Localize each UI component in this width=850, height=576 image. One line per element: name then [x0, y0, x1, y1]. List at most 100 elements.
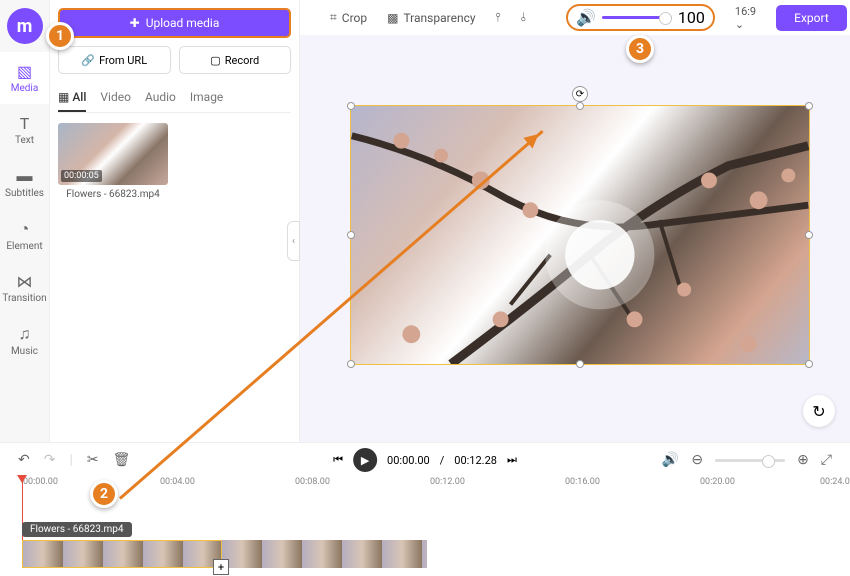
upload-label: Upload media	[146, 16, 220, 30]
music-icon: ♫	[19, 324, 31, 344]
aspect-value: 16:9	[735, 5, 756, 18]
chevron-down-icon: ⌄	[735, 18, 744, 31]
zoom-in-button[interactable]: ⊕	[797, 452, 809, 468]
tab-image[interactable]: Image	[190, 84, 223, 112]
ruler-mark: 00:20.00	[700, 477, 735, 487]
thumbnail-duration: 00:00:05	[61, 170, 102, 182]
rail-transition[interactable]: ⋈ Transition	[0, 262, 49, 314]
callout-1: 1	[46, 22, 74, 50]
timeline-track[interactable]: +	[22, 540, 427, 568]
ruler-mark: 00:12.00	[430, 477, 465, 487]
thumbnail-image: 00:00:05	[58, 123, 168, 185]
volume-value: 100	[678, 8, 705, 27]
redo-button[interactable]: ↷	[44, 452, 56, 468]
callout-2: 2	[90, 480, 118, 508]
rail-subtitles[interactable]: ▬ Subtitles	[0, 156, 49, 209]
resize-handle-br[interactable]	[805, 360, 813, 368]
volume-icon: 🔊	[576, 8, 596, 27]
ruler-mark: 00:08.00	[295, 477, 330, 487]
left-rail: m ▧ Media T Text ▬ Subtitles ◔ Element ⋈ Tran…	[0, 0, 50, 442]
zoom-out-button[interactable]: ⊖	[691, 452, 703, 468]
align-h-button[interactable]: ⫰	[521, 10, 526, 25]
tab-all[interactable]: ▦ All	[58, 84, 86, 112]
ruler-mark: 00:00.00	[23, 477, 58, 487]
upload-media-button[interactable]: ✚ Upload media	[58, 8, 291, 38]
tab-audio[interactable]: Audio	[145, 84, 176, 112]
clip-segment-selected[interactable]: +	[22, 540, 222, 568]
resize-handle-bm[interactable]	[576, 360, 584, 368]
record-icon: ▢	[210, 54, 220, 67]
rail-text[interactable]: T Text	[0, 104, 49, 156]
undo-button[interactable]: ↶	[18, 452, 30, 468]
collapse-panel-button[interactable]: ‹	[287, 221, 300, 261]
clip-tooltip: Flowers - 66823.mp4	[22, 522, 132, 537]
thumbnail-name: Flowers - 66823.mp4	[58, 189, 168, 200]
rail-music[interactable]: ♫ Music	[0, 314, 49, 367]
from-url-label: From URL	[99, 54, 147, 67]
export-button[interactable]: Export	[776, 5, 847, 31]
aspect-ratio-select[interactable]: 16:9 ⌄	[735, 5, 756, 31]
transparency-icon: ▩	[387, 11, 398, 25]
media-icon: ▧	[17, 62, 32, 81]
timeline-toolbar: ↶ ↷ | ✂ 🗑 ⏮ ▶ 00:00.00 / 00:12.28 ⏭ 🔊 ⊖ …	[0, 442, 850, 477]
crop-button[interactable]: ⌗ Crop	[330, 10, 367, 25]
rail-label: Text	[15, 135, 34, 146]
subtitles-icon: ▬	[17, 166, 33, 186]
media-thumbnail[interactable]: 00:00:05 Flowers - 66823.mp4	[58, 123, 168, 200]
resize-handle-tm[interactable]	[576, 102, 584, 110]
transition-icon: ⋈	[17, 272, 33, 291]
clip-segment[interactable]	[222, 540, 427, 568]
zoom-slider[interactable]	[715, 459, 785, 462]
rail-label: Music	[11, 346, 38, 357]
top-toolbar: ⌗ Crop ▩ Transparency ⫯ ⫰ 🔊 100 16:9 ⌄ Exp…	[300, 0, 850, 35]
skip-forward-button[interactable]: ⏭	[507, 453, 517, 467]
mute-button[interactable]: 🔊	[662, 452, 679, 468]
element-icon: ◔	[20, 219, 30, 239]
transparency-label: Transparency	[403, 11, 475, 25]
play-button[interactable]: ▶	[353, 448, 377, 472]
ruler-mark: 00:16.00	[565, 477, 600, 487]
callout-3: 3	[626, 35, 654, 63]
ruler-mark: 00:04.00	[160, 477, 195, 487]
rail-media[interactable]: ▧ Media	[0, 52, 49, 104]
crop-icon: ⌗	[330, 10, 337, 25]
link-icon: 🔗	[81, 54, 95, 67]
app-logo: m	[7, 8, 43, 44]
time-total: 00:12.28	[454, 454, 497, 467]
volume-control[interactable]: 🔊 100	[566, 4, 715, 31]
rail-label: Element	[6, 241, 42, 252]
rail-label: Transition	[2, 293, 46, 304]
canvas-area: ⌗ Crop ▩ Transparency ⫯ ⫰ 🔊 100 16:9 ⌄ Exp…	[300, 0, 850, 442]
time-current: 00:00.00	[387, 454, 430, 467]
rail-label: Subtitles	[5, 188, 44, 199]
record-label: Record	[225, 54, 259, 67]
rotate-handle[interactable]: ⟳	[572, 86, 588, 102]
crop-label: Crop	[342, 11, 367, 25]
rail-element[interactable]: ◔ Element	[0, 209, 49, 262]
time-sep: /	[440, 454, 445, 467]
fit-button[interactable]: ⤢	[821, 452, 832, 468]
resize-handle-bl[interactable]	[347, 360, 355, 368]
ruler-mark: 00:24.00	[820, 477, 850, 487]
media-tabs: ▦ All Video Audio Image	[58, 84, 291, 113]
rail-label: Media	[11, 83, 39, 94]
resize-handle-tl[interactable]	[347, 102, 355, 110]
resize-handle-tr[interactable]	[805, 102, 813, 110]
cut-button[interactable]: ✂	[87, 452, 99, 468]
reset-button[interactable]: ↻	[803, 395, 835, 427]
add-clip-button[interactable]: +	[213, 559, 229, 575]
record-button[interactable]: ▢ Record	[179, 46, 292, 74]
resize-handle-mr[interactable]	[805, 231, 813, 239]
volume-slider[interactable]	[602, 16, 672, 19]
delete-button[interactable]: 🗑	[113, 452, 131, 468]
text-icon: T	[20, 114, 30, 133]
align-v-button[interactable]: ⫯	[496, 10, 501, 25]
grid-icon: ▦	[58, 90, 72, 104]
from-url-button[interactable]: 🔗 From URL	[58, 46, 171, 74]
tab-label: All	[72, 90, 86, 104]
resize-handle-ml[interactable]	[347, 231, 355, 239]
transparency-button[interactable]: ▩ Transparency	[387, 11, 475, 25]
tab-video[interactable]: Video	[100, 84, 131, 112]
plus-icon: ✚	[130, 16, 140, 30]
skip-back-button[interactable]: ⏮	[333, 453, 343, 467]
